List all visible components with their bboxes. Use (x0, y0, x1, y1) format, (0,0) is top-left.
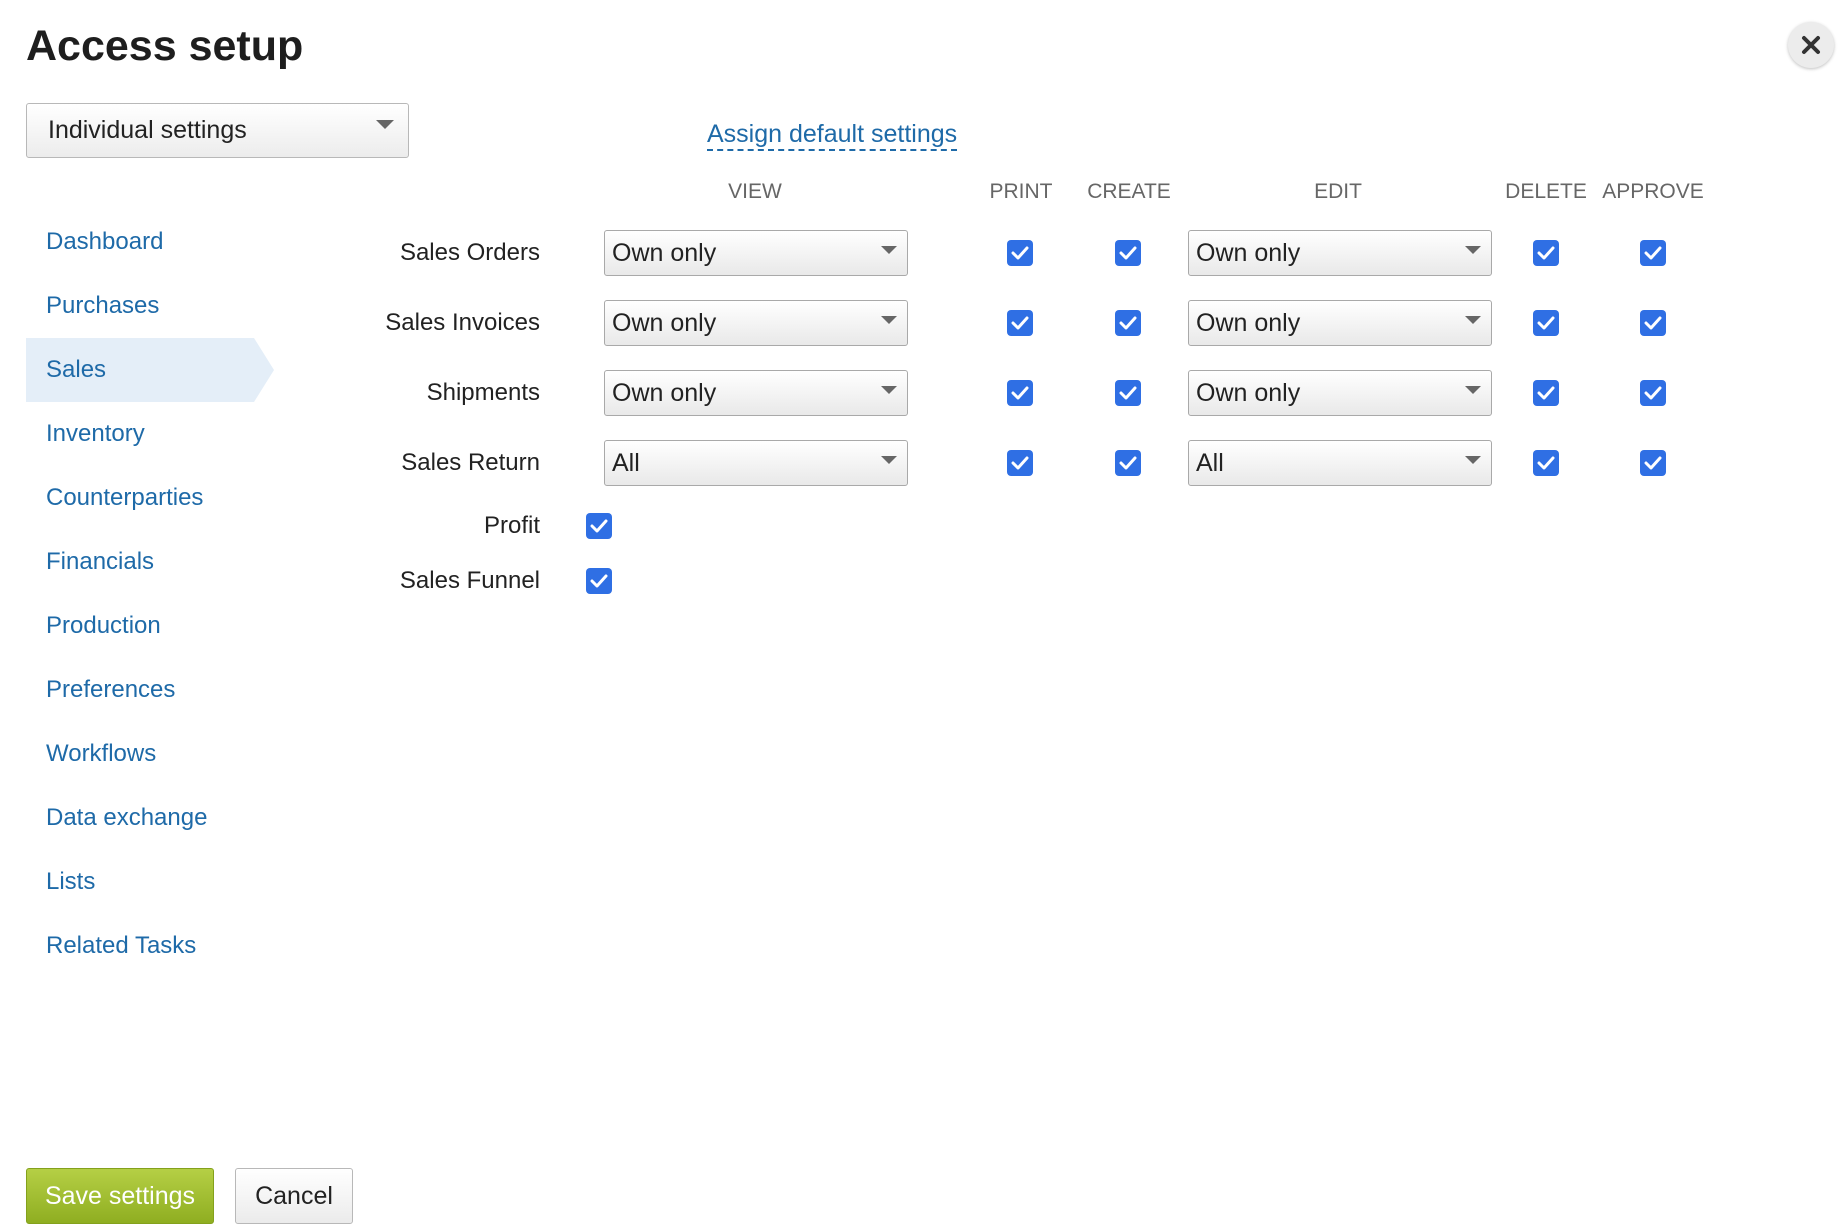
chevron-down-icon (1465, 456, 1481, 464)
sidebar-item-related-tasks[interactable]: Related Tasks (26, 914, 254, 978)
sidebar-item-workflows[interactable]: Workflows (26, 722, 254, 786)
row-label-shipments: Shipments (426, 379, 540, 406)
row-label-profit: Profit (483, 512, 540, 539)
chevron-down-icon (881, 386, 897, 394)
sales-invoices-edit-value: Own only (1196, 308, 1301, 337)
shipments-print-checkbox[interactable] (1007, 380, 1033, 406)
close-button[interactable] (1788, 22, 1834, 68)
profit-checkbox[interactable] (586, 513, 612, 539)
shipments-create-checkbox[interactable] (1115, 380, 1141, 406)
sales-orders-approve-checkbox[interactable] (1640, 240, 1666, 266)
column-header-delete: DELETE (1505, 180, 1587, 203)
sales-return-delete-checkbox[interactable] (1533, 450, 1559, 476)
check-icon (1011, 456, 1029, 470)
column-header-approve: APPROVE (1602, 180, 1704, 203)
chevron-down-icon (376, 120, 394, 129)
close-icon (1802, 36, 1820, 54)
chevron-down-icon (881, 456, 897, 464)
check-icon (1644, 316, 1662, 330)
sales-funnel-checkbox[interactable] (586, 568, 612, 594)
row-label-sales-return: Sales Return (401, 449, 540, 476)
sidebar-item-inventory[interactable]: Inventory (26, 402, 254, 466)
check-icon (590, 519, 608, 533)
sales-invoices-view-value: Own only (612, 308, 717, 337)
sidebar-item-counterparties[interactable]: Counterparties (26, 466, 254, 530)
check-icon (1644, 456, 1662, 470)
check-icon (1119, 456, 1137, 470)
chevron-down-icon (881, 316, 897, 324)
sidebar-item-production[interactable]: Production (26, 594, 254, 658)
sales-return-edit-value: All (1196, 448, 1224, 477)
check-icon (1537, 386, 1555, 400)
assign-default-settings-link[interactable]: Assign default settings (707, 119, 958, 151)
check-icon (1537, 316, 1555, 330)
chevron-down-icon (1465, 316, 1481, 324)
sales-return-print-checkbox[interactable] (1007, 450, 1033, 476)
check-icon (1011, 386, 1029, 400)
sales-orders-print-checkbox[interactable] (1007, 240, 1033, 266)
sales-orders-view-select[interactable]: Own only (604, 230, 908, 276)
check-icon (1644, 386, 1662, 400)
sales-orders-edit-select[interactable]: Own only (1188, 230, 1492, 276)
check-icon (1011, 246, 1029, 260)
chevron-down-icon (881, 246, 897, 254)
shipments-view-value: Own only (612, 378, 717, 407)
check-icon (1119, 316, 1137, 330)
sales-return-approve-checkbox[interactable] (1640, 450, 1666, 476)
sales-return-edit-select[interactable]: All (1188, 440, 1492, 486)
shipments-delete-checkbox[interactable] (1533, 380, 1559, 406)
sales-orders-create-checkbox[interactable] (1115, 240, 1141, 266)
check-icon (1644, 246, 1662, 260)
sales-orders-view-value: Own only (612, 238, 717, 267)
shipments-approve-checkbox[interactable] (1640, 380, 1666, 406)
check-icon (590, 574, 608, 588)
page-title: Access setup (26, 22, 304, 70)
chevron-down-icon (1465, 246, 1481, 254)
shipments-edit-select[interactable]: Own only (1188, 370, 1492, 416)
access-mode-value: Individual settings (48, 116, 247, 144)
row-label-sales-invoices: Sales Invoices (385, 309, 540, 336)
sales-orders-edit-value: Own only (1196, 238, 1301, 267)
check-icon (1011, 316, 1029, 330)
sidebar: Dashboard Purchases Sales Inventory Coun… (26, 210, 274, 978)
check-icon (1537, 246, 1555, 260)
sidebar-item-data-exchange[interactable]: Data exchange (26, 786, 254, 850)
sales-invoices-approve-checkbox[interactable] (1640, 310, 1666, 336)
sales-invoices-print-checkbox[interactable] (1007, 310, 1033, 336)
sales-return-create-checkbox[interactable] (1115, 450, 1141, 476)
column-header-create: CREATE (1087, 180, 1171, 203)
column-header-print: PRINT (989, 180, 1053, 203)
sidebar-item-financials[interactable]: Financials (26, 530, 254, 594)
sidebar-item-lists[interactable]: Lists (26, 850, 254, 914)
sales-orders-delete-checkbox[interactable] (1533, 240, 1559, 266)
column-header-view: VIEW (728, 180, 782, 203)
check-icon (1537, 456, 1555, 470)
sales-invoices-create-checkbox[interactable] (1115, 310, 1141, 336)
cancel-button[interactable]: Cancel (235, 1168, 353, 1224)
row-label-sales-orders: Sales Orders (399, 239, 540, 266)
shipments-view-select[interactable]: Own only (604, 370, 908, 416)
access-mode-select[interactable]: Individual settings (26, 103, 409, 158)
sales-invoices-view-select[interactable]: Own only (604, 300, 908, 346)
column-header-edit: EDIT (1314, 180, 1362, 203)
sales-invoices-edit-select[interactable]: Own only (1188, 300, 1492, 346)
sidebar-item-preferences[interactable]: Preferences (26, 658, 254, 722)
sidebar-item-purchases[interactable]: Purchases (26, 274, 254, 338)
sidebar-item-sales[interactable]: Sales (26, 338, 274, 402)
sales-return-view-value: All (612, 448, 640, 477)
sidebar-item-dashboard[interactable]: Dashboard (26, 210, 254, 274)
check-icon (1119, 386, 1137, 400)
row-label-sales-funnel: Sales Funnel (399, 567, 540, 594)
sales-invoices-delete-checkbox[interactable] (1533, 310, 1559, 336)
save-settings-button[interactable]: Save settings (26, 1168, 214, 1224)
sales-return-view-select[interactable]: All (604, 440, 908, 486)
chevron-down-icon (1465, 386, 1481, 394)
shipments-edit-value: Own only (1196, 378, 1301, 407)
check-icon (1119, 246, 1137, 260)
